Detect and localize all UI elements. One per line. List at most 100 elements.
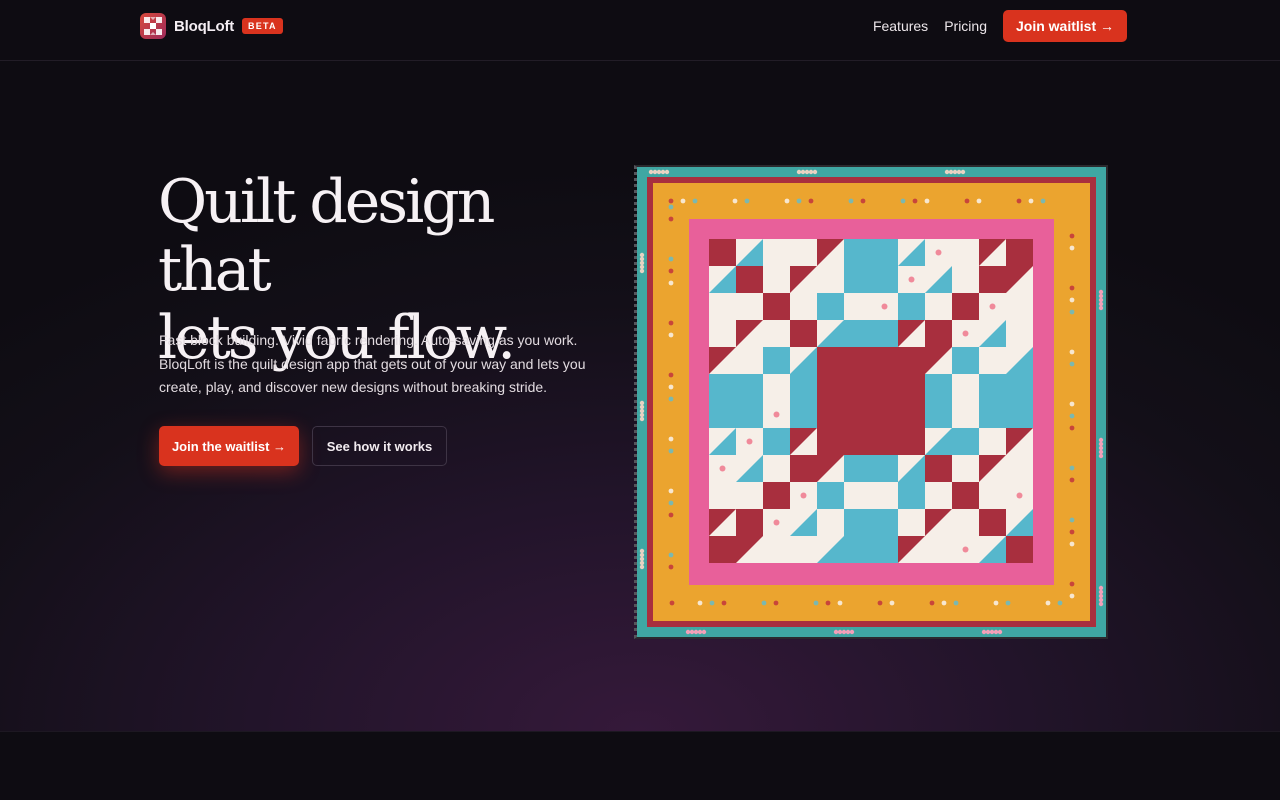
fabric-dot [1069,309,1075,315]
quilt-block [871,266,898,293]
quilt-block [844,239,871,266]
subtitle-line-3: create, play, and discover new designs w… [159,379,548,395]
fabric-dot [800,169,806,175]
fabric-dot [812,169,818,175]
fabric-dot [1069,529,1075,535]
fabric-dot [697,629,703,635]
fabric-dot [639,264,645,270]
quilt-block [952,239,979,266]
quilt-block [763,482,790,509]
fabric-dot [889,600,895,606]
quilt-block [709,320,736,347]
fabric-dot [744,198,750,204]
fabric-dot [1069,349,1075,355]
fabric-dot [773,411,780,418]
see-how-it-works-button[interactable]: See how it works [312,426,447,466]
quilt-block [763,320,790,347]
quilt-block [817,266,844,293]
quilt-block [709,401,736,428]
fabric-dot [1098,453,1104,459]
quilt-block [1006,239,1033,266]
quilt-design [637,167,1106,637]
fabric-dot [981,629,987,635]
fabric-dot [800,492,807,499]
fabric-dot [685,629,691,635]
fabric-dot [1098,441,1104,447]
fabric-dot [639,416,645,422]
fabric-dot [668,448,674,454]
fabric-dot [1098,597,1104,603]
fabric-dot [1069,245,1075,251]
quilt-block [925,536,952,563]
quilt-block [736,482,763,509]
fabric-dot [960,169,966,175]
fabric-dot [935,249,942,256]
fabric-dot [993,600,999,606]
quilt-block [871,536,898,563]
fabric-dot [929,600,935,606]
fabric-dot [1069,233,1075,239]
fabric-dot [719,465,726,472]
quilt-block [844,401,871,428]
fabric-dot [948,169,954,175]
fabric-dot [1098,301,1104,307]
quilt-block [871,374,898,401]
quilt-block [952,428,979,455]
fabric-dot [976,198,982,204]
fabric-dot [1069,517,1075,523]
fabric-dot [952,169,958,175]
join-the-waitlist-button[interactable]: Join the waitlist → [159,426,299,466]
quilt-block [709,293,736,320]
quilt-block [736,347,763,374]
quilt-preview-image [634,165,1108,639]
fabric-dot [639,564,645,570]
fabric-dot [639,560,645,566]
fabric-dot [693,629,699,635]
fabric-dot [660,169,666,175]
quilt-block [817,293,844,320]
quilt-block [952,266,979,293]
fabric-dot [639,252,645,258]
quilt-block [925,401,952,428]
quilt-block [709,374,736,401]
quilt-block [979,374,1006,401]
fabric-dot [1069,581,1075,587]
brand-name: BloqLoft [174,17,235,35]
quilt-block [844,428,871,455]
quilt-block [871,509,898,536]
quilt-block [844,482,871,509]
quilt-block [844,293,871,320]
quilt-block [898,509,925,536]
fabric-dot [668,198,674,204]
nav-link-features[interactable]: Features [873,18,928,34]
fabric-dot [796,169,802,175]
fabric-dot [1069,541,1075,547]
quilt-block [763,293,790,320]
quilt-block [925,374,952,401]
fabric-dot [668,384,674,390]
fabric-dot [804,169,810,175]
fabric-dot [709,600,715,606]
quilt-block [763,536,790,563]
brand[interactable]: BloqLoft BETA [140,13,283,39]
quilt-block [952,482,979,509]
fabric-dot [668,372,674,378]
fabric-dot [1069,465,1075,471]
nav-link-pricing[interactable]: Pricing [944,18,987,34]
nav-links: Features Pricing Join waitlist → [873,10,1127,42]
quilt-block [952,509,979,536]
quilt-block-logo-icon [140,13,166,39]
fabric-dot [668,204,674,210]
fabric-dot [841,629,847,635]
fabric-dot [689,629,695,635]
fabric-dot [639,556,645,562]
quilt-block [709,239,736,266]
fabric-dot [1098,601,1104,607]
join-waitlist-button[interactable]: Join waitlist → [1002,10,1127,42]
quilt-block [952,455,979,482]
fabric-dot [668,436,674,442]
subtitle-line-1: Fast block building. Vivid fabric render… [159,332,578,348]
fabric-dot [680,198,686,204]
fabric-dot [652,169,658,175]
fabric-dot [701,629,707,635]
